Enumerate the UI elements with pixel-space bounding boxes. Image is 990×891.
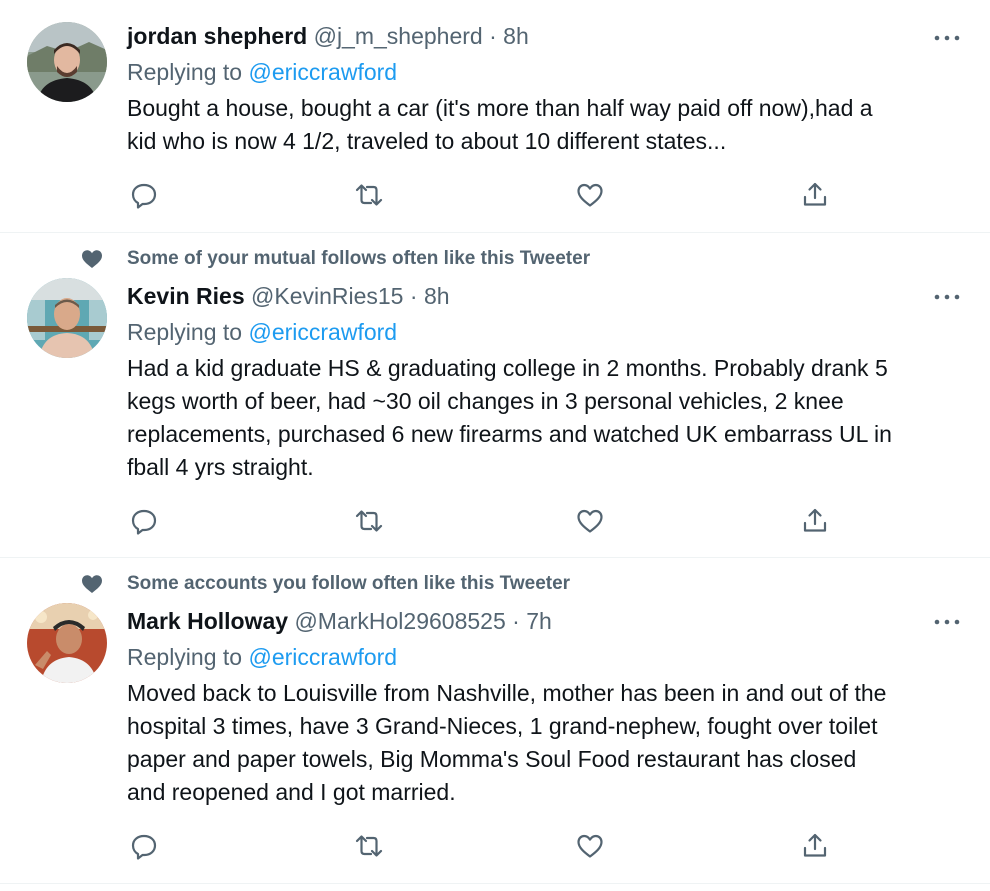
replying-to: Replying to @ericcrawford xyxy=(127,318,397,346)
more-options-button[interactable] xyxy=(930,28,964,48)
retweet-button[interactable] xyxy=(354,506,384,536)
reply-icon xyxy=(131,509,157,535)
separator-dot: · xyxy=(512,608,520,634)
separator-dot: · xyxy=(409,283,418,309)
share-button[interactable] xyxy=(800,831,830,861)
tweet-actions xyxy=(0,180,990,210)
replying-to-link[interactable]: @ericcrawford xyxy=(248,644,397,670)
tweet-header: jordan shepherd @j_m_shepherd · 8h xyxy=(127,22,529,50)
avatar[interactable] xyxy=(27,603,107,683)
replying-to-link[interactable]: @ericcrawford xyxy=(248,59,397,85)
tweet-header: Mark Holloway @MarkHol29608525 · 7h xyxy=(127,607,552,635)
tweet-actions xyxy=(0,506,990,536)
timestamp[interactable]: 7h xyxy=(526,608,552,634)
more-icon xyxy=(934,294,960,300)
share-icon xyxy=(803,833,827,857)
timestamp[interactable]: 8h xyxy=(503,23,529,49)
retweet-icon xyxy=(355,184,383,206)
reply-button[interactable] xyxy=(129,831,159,861)
reply-icon xyxy=(131,183,157,209)
tweet-header: Kevin Ries @KevinRies15 · 8h xyxy=(127,282,450,310)
avatar[interactable] xyxy=(27,22,107,102)
tweet[interactable]: Some of your mutual follows often like t… xyxy=(0,233,990,558)
social-context-text: Some accounts you follow often like this… xyxy=(127,573,571,594)
tweet-text: Had a kid graduate HS & graduating colle… xyxy=(127,355,892,480)
retweet-button[interactable] xyxy=(354,831,384,861)
like-button[interactable] xyxy=(575,180,605,210)
reply-icon xyxy=(131,834,157,860)
more-icon xyxy=(934,619,960,625)
retweet-button[interactable] xyxy=(354,180,384,210)
heart-icon xyxy=(82,250,102,268)
reply-button[interactable] xyxy=(129,506,159,536)
share-icon xyxy=(803,182,827,206)
like-icon xyxy=(577,834,603,858)
replying-to-label: Replying to xyxy=(127,319,243,345)
user-handle[interactable]: @KevinRies15 xyxy=(251,283,403,309)
reply-button[interactable] xyxy=(129,180,159,210)
retweet-icon xyxy=(355,510,383,532)
share-button[interactable] xyxy=(800,506,830,536)
avatar[interactable] xyxy=(27,278,107,358)
share-button[interactable] xyxy=(800,180,830,210)
tweet[interactable]: jordan shepherd @j_m_shepherd · 8h Reply… xyxy=(0,0,990,233)
more-options-button[interactable] xyxy=(930,287,964,307)
heart-icon xyxy=(82,575,102,593)
more-options-button[interactable] xyxy=(930,612,964,632)
social-context: Some accounts you follow often like this… xyxy=(0,572,990,596)
like-icon xyxy=(577,509,603,533)
tweet-actions xyxy=(0,831,990,861)
timestamp[interactable]: 8h xyxy=(424,283,450,309)
display-name[interactable]: jordan shepherd xyxy=(127,23,307,49)
retweet-icon xyxy=(355,835,383,857)
user-handle[interactable]: @MarkHol29608525 xyxy=(294,608,505,634)
share-icon xyxy=(803,508,827,532)
replying-to-link[interactable]: @ericcrawford xyxy=(248,319,397,345)
user-handle[interactable]: @j_m_shepherd xyxy=(314,23,483,49)
replying-to: Replying to @ericcrawford xyxy=(127,643,397,671)
replying-to-label: Replying to xyxy=(127,644,243,670)
replying-to-label: Replying to xyxy=(127,59,243,85)
like-icon xyxy=(577,183,603,207)
tweet-text: Bought a house, bought a car (it's more … xyxy=(127,95,873,154)
tweet-text: Moved back to Louisville from Nashville,… xyxy=(127,680,887,805)
like-button[interactable] xyxy=(575,831,605,861)
separator-dot: · xyxy=(489,23,497,49)
social-context: Some of your mutual follows often like t… xyxy=(0,247,990,271)
tweet[interactable]: Some accounts you follow often like this… xyxy=(0,558,990,884)
replying-to: Replying to @ericcrawford xyxy=(127,58,397,86)
social-context-text: Some of your mutual follows often like t… xyxy=(127,248,591,269)
tweet-feed: jordan shepherd @j_m_shepherd · 8h Reply… xyxy=(0,0,990,891)
display-name[interactable]: Kevin Ries xyxy=(127,283,245,309)
like-button[interactable] xyxy=(575,506,605,536)
display-name[interactable]: Mark Holloway xyxy=(127,608,288,634)
more-icon xyxy=(934,35,960,41)
